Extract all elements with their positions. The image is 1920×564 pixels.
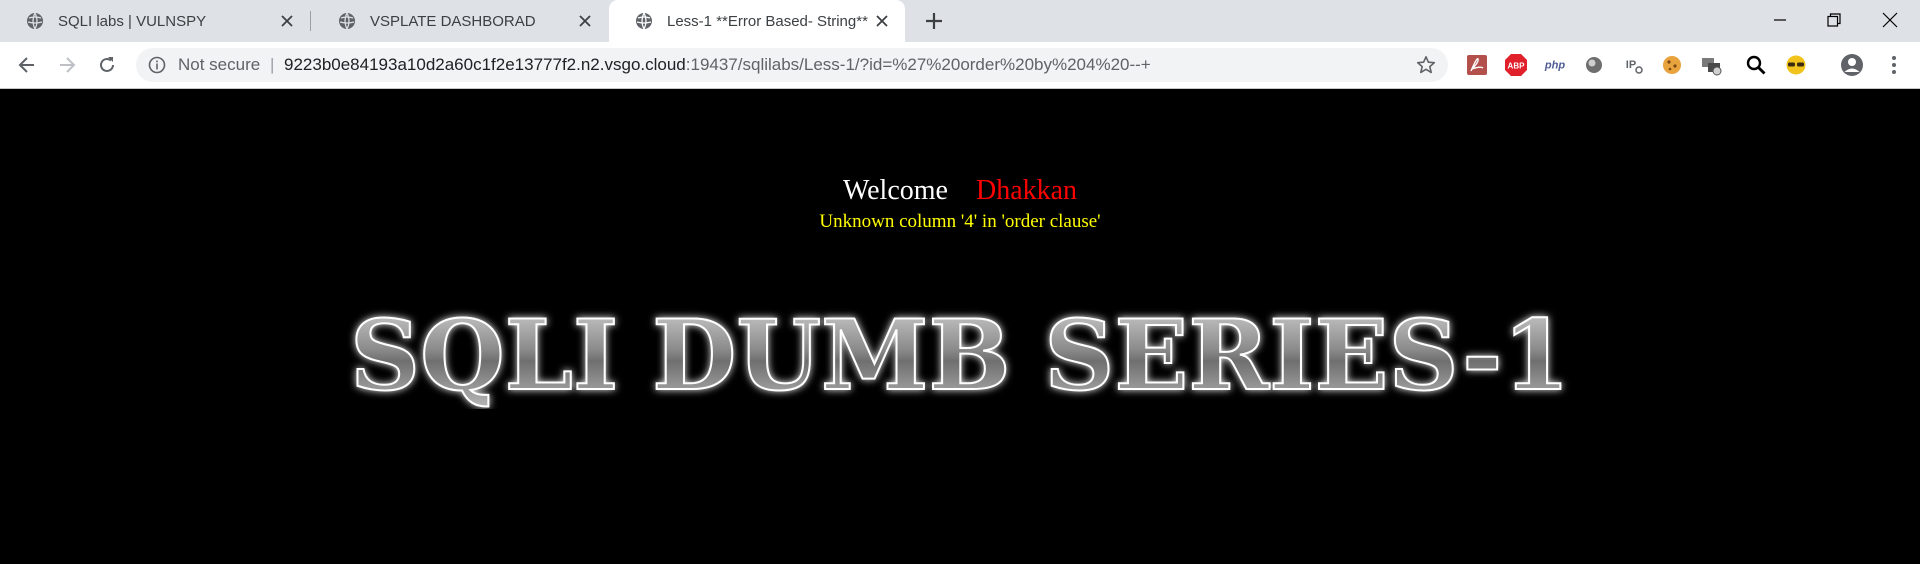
close-icon — [1882, 12, 1898, 28]
pdf-extension[interactable] — [1465, 53, 1489, 77]
ip-extension[interactable]: IP — [1621, 53, 1645, 77]
globe-icon — [636, 12, 652, 30]
adblock-icon: ABP — [1505, 54, 1527, 76]
info-icon[interactable] — [148, 56, 166, 74]
more-vertical-icon — [1892, 56, 1896, 74]
forward-arrow-icon — [60, 57, 76, 73]
forward-button[interactable] — [52, 50, 82, 80]
welcome-line: Welcome Dhakkan — [0, 175, 1920, 207]
tab-title: SQLI labs | VULNSPY — [58, 12, 207, 30]
php-extension[interactable]: php — [1543, 53, 1567, 77]
search-extension[interactable] — [1744, 53, 1768, 77]
close-icon[interactable] — [278, 12, 296, 30]
url-path: :19437/sqlilabs/Less-1/?id=%27%20order%2… — [685, 55, 1151, 74]
tab-less-1[interactable]: Less-1 **Error Based- String** — [609, 0, 905, 42]
glasses-extension[interactable] — [1784, 53, 1808, 77]
reload-button[interactable] — [92, 50, 122, 80]
url-host: 9223b0e84193a10d2a60c1f2e13777f2.n2.vsgo… — [284, 55, 686, 74]
account-button[interactable] — [1840, 53, 1864, 77]
restore-icon — [1827, 13, 1841, 27]
ip-icon: IP — [1626, 59, 1643, 74]
pdf-icon — [1467, 55, 1487, 75]
security-label[interactable]: Not secure — [178, 55, 260, 75]
toolbar: Not secure | 9223b0e84193a10d2a60c1f2e13… — [0, 42, 1920, 88]
new-tab-icon[interactable] — [920, 8, 948, 34]
restore-button[interactable] — [1804, 0, 1864, 40]
svg-text:IP: IP — [1626, 59, 1636, 71]
close-window-button[interactable] — [1860, 0, 1920, 40]
network-extension[interactable] — [1699, 53, 1723, 77]
adblock-extension[interactable]: ABP — [1504, 53, 1528, 77]
minimize-button[interactable] — [1750, 0, 1810, 40]
tab-title: VSPLATE DASHBORAD — [370, 12, 536, 30]
browser-chrome: SQLI labs | VULNSPY VSPLATE DASHBORAD Le… — [0, 0, 1920, 89]
security-separator: | — [270, 55, 275, 74]
svg-text:php: php — [1544, 60, 1566, 72]
cookie-icon — [1663, 56, 1681, 74]
globe-icon — [27, 12, 43, 30]
glasses-icon — [1786, 55, 1806, 75]
address-bar[interactable]: Not secure | 9223b0e84193a10d2a60c1f2e13… — [136, 48, 1448, 82]
back-button[interactable] — [12, 50, 42, 80]
banner-image: SQLI DUMB SERIES-1 — [349, 299, 1571, 409]
back-arrow-icon — [18, 57, 34, 73]
tab-title: Less-1 **Error Based- String** — [667, 12, 868, 30]
tab-strip: SQLI labs | VULNSPY VSPLATE DASHBORAD Le… — [0, 0, 1920, 42]
close-icon[interactable] — [576, 12, 594, 30]
user-name: Dhakkan — [975, 175, 1078, 206]
close-icon[interactable] — [873, 12, 891, 30]
tab-separator — [310, 11, 311, 31]
globe-icon — [339, 12, 355, 30]
cookie-extension[interactable] — [1660, 53, 1684, 77]
welcome-label: Welcome — [842, 175, 948, 206]
search-icon — [1746, 55, 1766, 75]
banner-text: SQLI DUMB SERIES-1 — [350, 299, 1570, 409]
tab-sqli-labs[interactable]: SQLI labs | VULNSPY — [0, 0, 310, 42]
php-icon: php — [1544, 60, 1566, 72]
url-text[interactable]: 9223b0e84193a10d2a60c1f2e13777f2.n2.vsgo… — [284, 55, 1151, 75]
reload-icon — [100, 57, 114, 72]
bookmark-star-icon[interactable] — [1416, 55, 1436, 75]
menu-button[interactable] — [1882, 53, 1906, 77]
svg-text:ABP: ABP — [1508, 62, 1526, 71]
tab-vsplate-dashboard[interactable]: VSPLATE DASHBORAD — [312, 0, 608, 42]
page-content: Welcome Dhakkan Unknown column '4' in 'or… — [0, 89, 1920, 564]
network-icon — [1702, 58, 1722, 76]
circle-extension[interactable] — [1582, 53, 1606, 77]
minimize-icon — [1774, 19, 1786, 21]
circle-icon — [1586, 57, 1602, 73]
account-icon — [1841, 54, 1863, 76]
error-message: Unknown column '4' in 'order clause' — [819, 211, 1101, 232]
